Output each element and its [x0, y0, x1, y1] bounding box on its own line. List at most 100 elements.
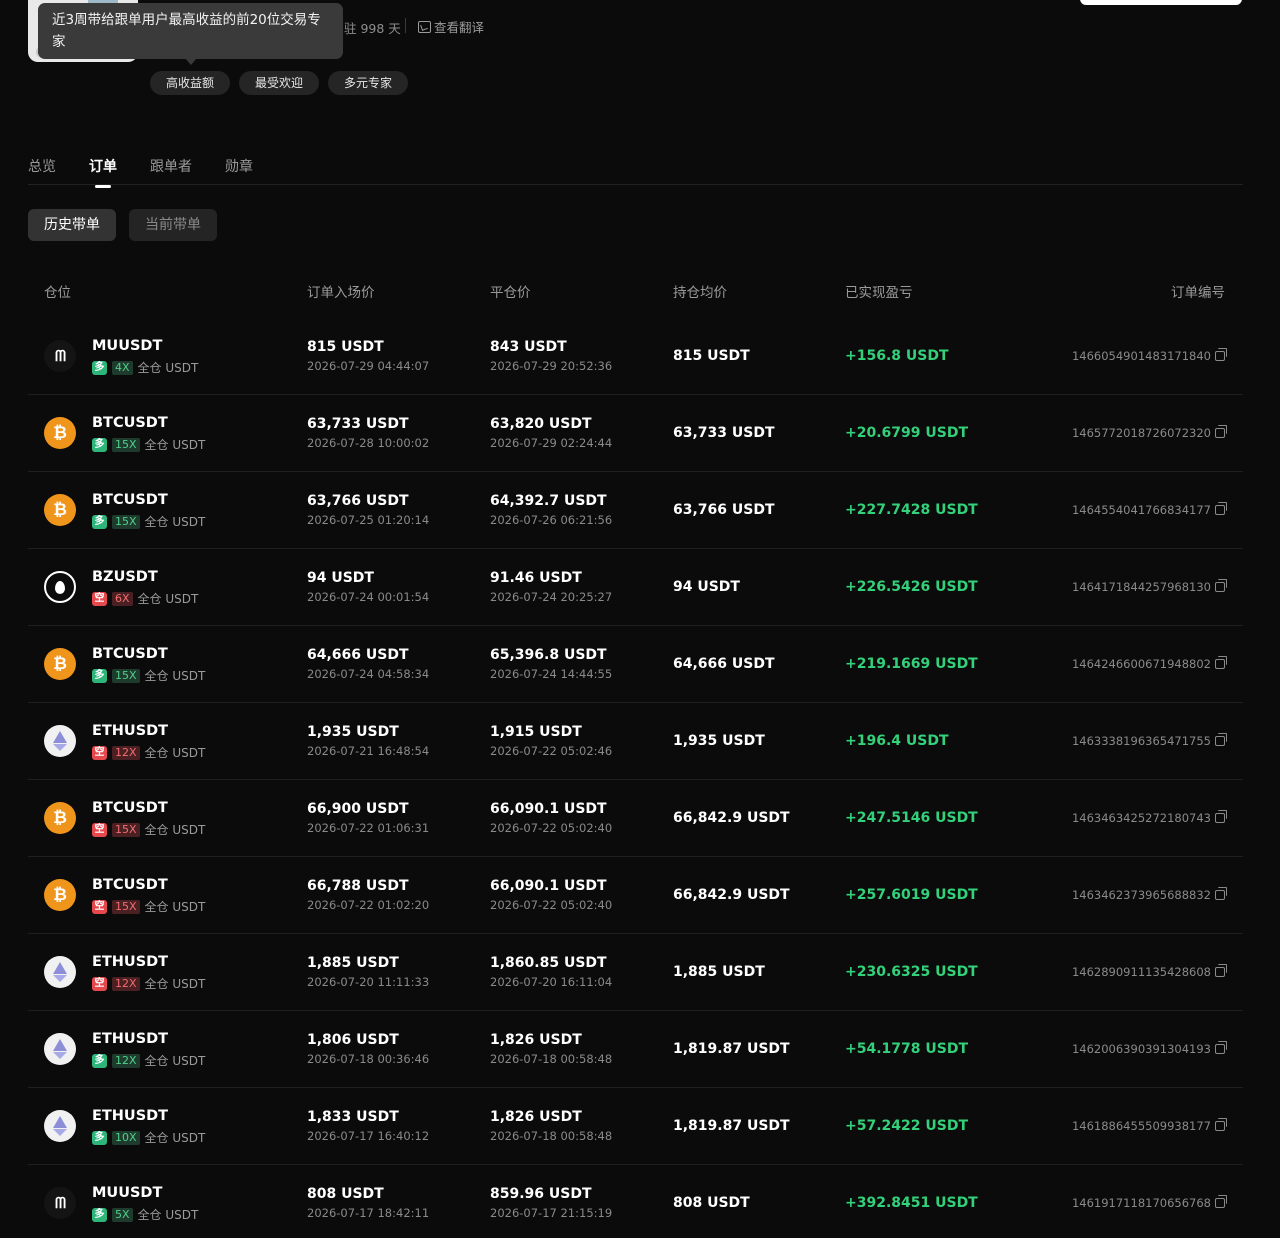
direction-badge: 空 [92, 591, 107, 606]
table-row[interactable]: ETHUSDT 多 12X 全仓 USDT 1,806 USDT 2026-07-18 0… [28, 1011, 1243, 1088]
follow-button[interactable] [1080, 0, 1242, 5]
copy-icon[interactable] [1215, 733, 1227, 746]
leverage-badge: 15X [112, 822, 140, 837]
tag-high-profit[interactable]: 高收益额 [150, 71, 231, 95]
close-time: 2026-07-29 02:24:44 [490, 436, 613, 450]
entry-price: 1,885 USDT [307, 955, 399, 971]
position-meta: 多 5X 全仓 USDT [92, 1206, 198, 1223]
leverage-badge: 15X [112, 437, 140, 452]
symbol[interactable]: ETHUSDT [92, 723, 168, 739]
copy-icon[interactable] [1215, 579, 1227, 592]
symbol[interactable]: MUUSDT [92, 1185, 162, 1201]
order-id: 1464554041766834177 [1072, 502, 1227, 517]
symbol[interactable]: ETHUSDT [92, 1031, 168, 1047]
table-row[interactable]: ₿ BTCUSDT 空 15X 全仓 USDT 66,788 USDT 2026-07-22… [28, 857, 1243, 934]
realized-pnl: +20.6799 USDT [845, 425, 968, 441]
bz-icon [44, 571, 76, 603]
entry-price: 66,900 USDT [307, 801, 409, 817]
entry-time: 2026-07-17 18:42:11 [307, 1206, 430, 1220]
tooltip-arrow [185, 58, 197, 65]
orders-table: ᗰ MUUSDT 多 4X 全仓 USDT 815 USDT 2026-07-29 04:4… [28, 318, 1243, 1238]
tag-most-popular[interactable]: 最受欢迎 [239, 71, 320, 95]
main-tabs: 总览 订单 跟单者 勋章 [28, 156, 253, 176]
tab-orders[interactable]: 订单 [89, 156, 117, 176]
symbol[interactable]: BTCUSDT [92, 646, 168, 662]
avg-price: 815 USDT [673, 348, 750, 364]
symbol[interactable]: BTCUSDT [92, 492, 168, 508]
margin-mode: 全仓 USDT [137, 1208, 199, 1222]
order-subtabs: 历史带单 当前带单 [28, 209, 217, 241]
table-row[interactable]: ETHUSDT 空 12X 全仓 USDT 1,935 USDT 2026-07-21 1… [28, 703, 1243, 780]
copy-icon[interactable] [1215, 810, 1227, 823]
copy-icon[interactable] [1215, 887, 1227, 900]
copy-icon[interactable] [1215, 1118, 1227, 1131]
table-row[interactable]: ₿ BTCUSDT 多 15X 全仓 USDT 63,766 USDT 2026-07-25… [28, 472, 1243, 549]
realized-pnl: +219.1669 USDT [845, 656, 978, 672]
subtab-current[interactable]: 当前带单 [129, 209, 217, 241]
order-id-value: 1462006390391304193 [1071, 1042, 1211, 1056]
avg-price: 1,819.87 USDT [673, 1041, 790, 1057]
close-time: 2026-07-24 14:44:55 [490, 667, 613, 681]
close-price: 63,820 USDT [490, 416, 592, 432]
leverage-badge: 12X [112, 976, 140, 991]
eth-icon [44, 1033, 76, 1065]
order-id: 1464171844257968130 [1071, 579, 1227, 594]
realized-pnl: +57.2422 USDT [845, 1118, 968, 1134]
direction-badge: 多 [92, 668, 107, 683]
table-row[interactable]: ₿ BTCUSDT 空 15X 全仓 USDT 66,900 USDT 2026-07-22… [28, 780, 1243, 857]
position-meta: 多 12X 全仓 USDT [92, 1052, 205, 1069]
avg-price: 1,819.87 USDT [673, 1118, 790, 1134]
avg-price: 66,842.9 USDT [673, 810, 790, 826]
close-price: 65,396.8 USDT [490, 647, 607, 663]
leverage-badge: 6X [112, 591, 133, 606]
copy-icon[interactable] [1215, 1041, 1227, 1054]
table-row[interactable]: ETHUSDT 多 10X 全仓 USDT 1,833 USDT 2026-07-17 1… [28, 1088, 1243, 1165]
table-row[interactable]: ₿ BTCUSDT 多 15X 全仓 USDT 64,666 USDT 2026-07-24… [28, 626, 1243, 703]
copy-icon[interactable] [1215, 425, 1227, 438]
order-id-value: 1464171844257968130 [1071, 580, 1211, 594]
translate-link[interactable]: 查看翻译 [418, 17, 484, 36]
avg-price: 63,766 USDT [673, 502, 775, 518]
tag-diverse-expert[interactable]: 多元专家 [328, 71, 409, 95]
table-row[interactable]: ₿ BTCUSDT 多 15X 全仓 USDT 63,733 USDT 2026-07-28… [28, 395, 1243, 472]
close-time: 2026-07-18 00:58:48 [490, 1052, 613, 1066]
trader-tags: 高收益额 最受欢迎 多元专家 [150, 71, 409, 95]
realized-pnl: +257.6019 USDT [845, 887, 978, 903]
order-id: 1462890911135428608 [1072, 964, 1227, 979]
symbol[interactable]: BTCUSDT [92, 800, 168, 816]
margin-mode: 全仓 USDT [144, 823, 206, 837]
symbol[interactable]: BTCUSDT [92, 415, 168, 431]
entry-price: 63,733 USDT [307, 416, 409, 432]
symbol[interactable]: BTCUSDT [92, 877, 168, 893]
direction-badge: 多 [92, 437, 107, 452]
copy-icon[interactable] [1215, 502, 1227, 515]
entry-time: 2026-07-25 01:20:14 [307, 513, 430, 527]
avg-price: 63,733 USDT [673, 425, 775, 441]
close-price: 1,826 USDT [490, 1032, 582, 1048]
copy-icon[interactable] [1215, 964, 1227, 977]
symbol[interactable]: ETHUSDT [92, 1108, 168, 1124]
tab-overview[interactable]: 总览 [28, 156, 56, 176]
symbol[interactable]: MUUSDT [92, 338, 162, 354]
table-row[interactable]: ᗰ MUUSDT 多 5X 全仓 USDT 808 USDT 2026-07-17 18:4… [28, 1165, 1243, 1238]
copy-icon[interactable] [1215, 348, 1227, 361]
ranking-tooltip: 近3周带给跟单用户最高收益的前20位交易专家 [38, 3, 343, 59]
symbol[interactable]: BZUSDT [92, 569, 158, 585]
table-row[interactable]: ETHUSDT 空 12X 全仓 USDT 1,885 USDT 2026-07-20 1… [28, 934, 1243, 1011]
table-row[interactable]: BZUSDT 空 6X 全仓 USDT 94 USDT 2026-07-24 00:01:… [28, 549, 1243, 626]
tab-badges[interactable]: 勋章 [225, 156, 253, 176]
table-row[interactable]: ᗰ MUUSDT 多 4X 全仓 USDT 815 USDT 2026-07-29 04:4… [28, 318, 1243, 395]
order-id-value: 1465772018726072320 [1071, 426, 1211, 440]
close-price: 1,860.85 USDT [490, 955, 607, 971]
col-position: 仓位 [44, 285, 71, 301]
margin-mode: 全仓 USDT [137, 592, 199, 606]
realized-pnl: +392.8451 USDT [845, 1195, 978, 1211]
entry-time: 2026-07-24 00:01:54 [307, 590, 430, 604]
avg-price: 808 USDT [673, 1195, 750, 1211]
symbol[interactable]: ETHUSDT [92, 954, 168, 970]
tab-followers[interactable]: 跟单者 [150, 156, 192, 176]
copy-icon[interactable] [1215, 656, 1227, 669]
copy-icon[interactable] [1215, 1195, 1227, 1208]
subtab-history[interactable]: 历史带单 [28, 209, 116, 241]
realized-pnl: +247.5146 USDT [845, 810, 978, 826]
